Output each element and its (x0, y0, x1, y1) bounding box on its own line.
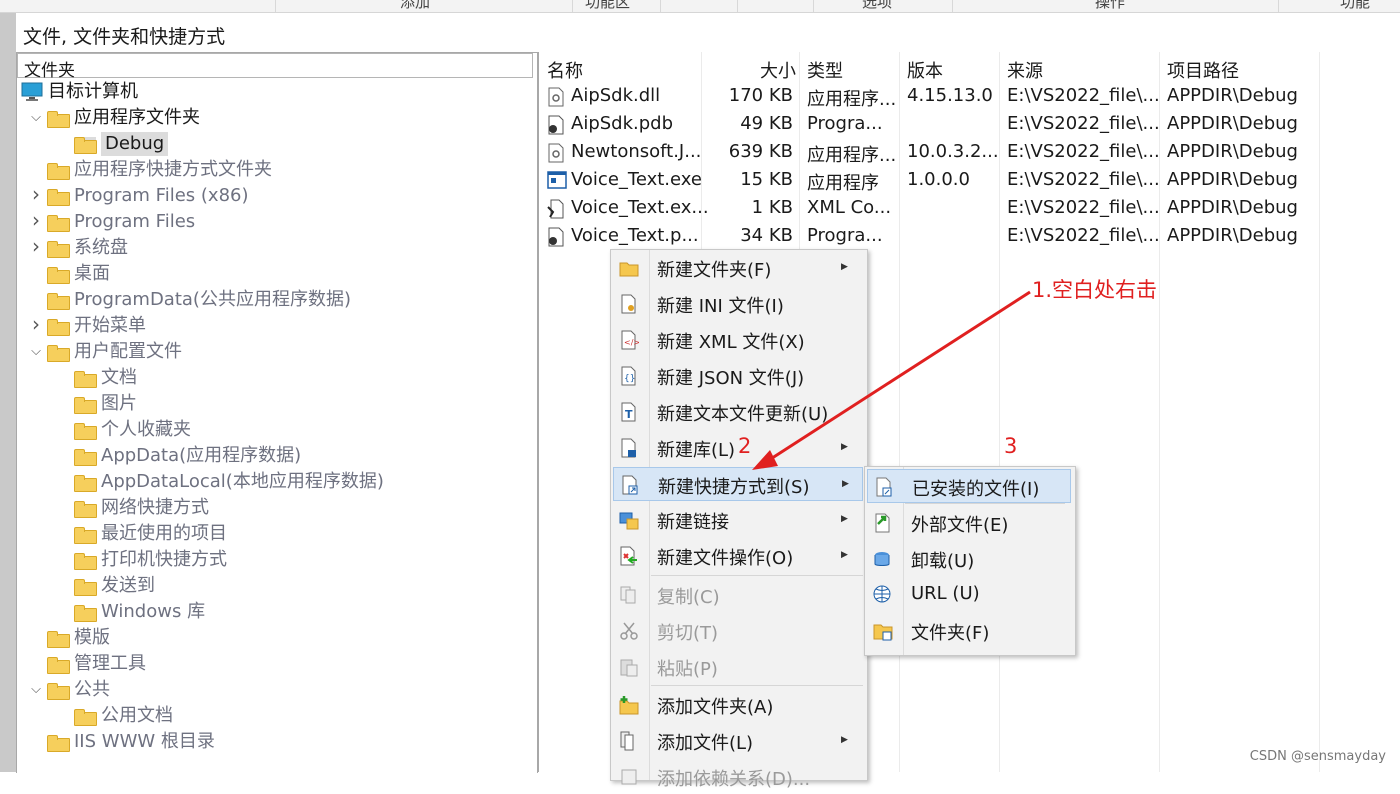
watermark: CSDN @sensmayday (1249, 749, 1386, 764)
annotation-step1: 1.空白处右击 (1032, 278, 1158, 302)
annotation-step2: 2 (738, 434, 752, 458)
annotation-step3: 3 (1004, 434, 1018, 458)
annotation-arrow (752, 290, 1031, 470)
